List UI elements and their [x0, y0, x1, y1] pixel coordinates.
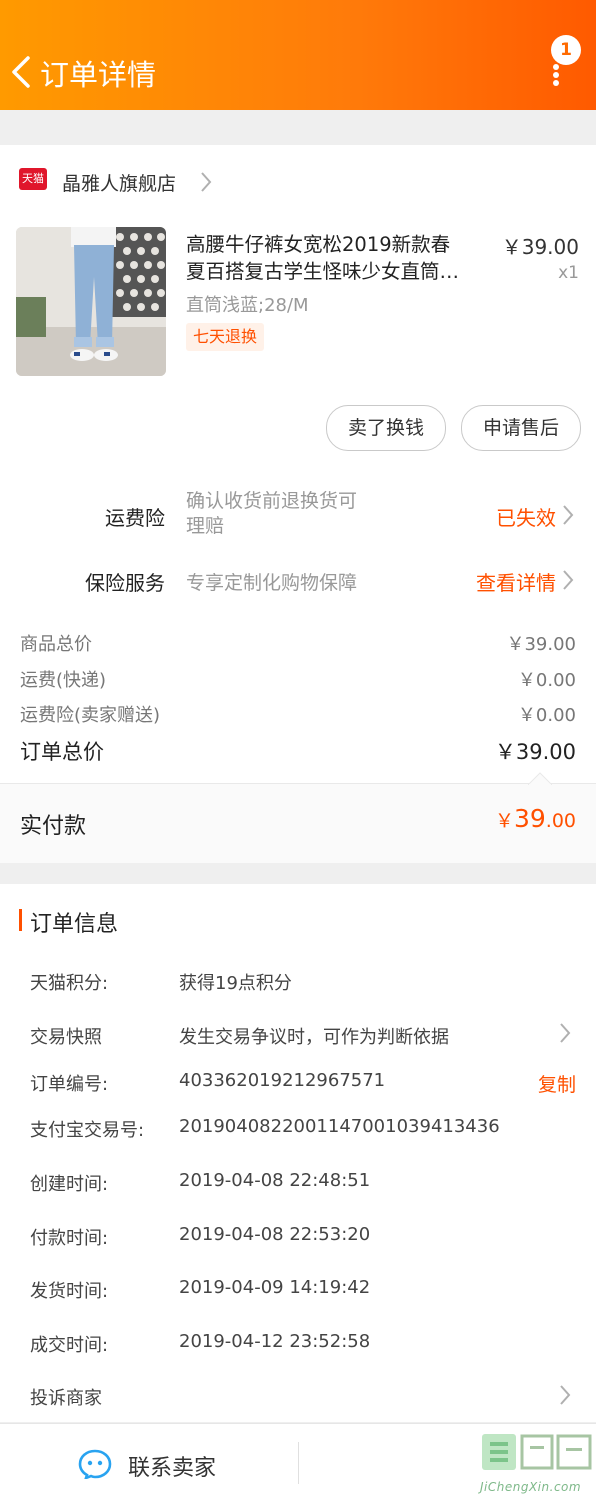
insurance-service-label: 保险服务	[85, 571, 165, 595]
contact-seller-button[interactable]: 联系卖家	[0, 1424, 298, 1501]
shipping-insurance-status[interactable]: 已失效	[496, 502, 556, 531]
shipping-insurance-desc-line1: 确认收货前退换货可	[186, 490, 358, 512]
contact-seller-label: 联系卖家	[128, 1456, 217, 1481]
shipping-insurance-desc: 确认收货前退换货可 理赔	[186, 489, 357, 539]
shipping-fee-label: 运费(快递)	[20, 670, 107, 691]
points-label: 天猫积分:	[30, 973, 109, 994]
shipping-insurance-desc-line2: 理赔	[186, 515, 225, 537]
paid-integer: 39	[513, 804, 546, 833]
spacer	[0, 124, 596, 132]
snapshot-label[interactable]: 交易快照	[30, 1023, 102, 1049]
bottom-divider	[298, 1442, 299, 1484]
paid-time-value: 2019-04-08 22:53:20	[179, 1224, 371, 1245]
watermark-text: JiChengXin.com	[480, 1480, 582, 1494]
snapshot-chevron-icon[interactable]	[559, 1022, 571, 1044]
more-options-icon[interactable]	[552, 64, 560, 86]
product-price: ￥39.00	[501, 235, 579, 259]
order-info-section: 订单信息 天猫积分: 获得19点积分 交易快照 发生交易争议时，可作为判断依据 …	[0, 884, 596, 1422]
tmall-logo-icon: 天猫	[19, 168, 47, 190]
product-sku: 直筒浅蓝;28/M	[186, 295, 309, 316]
jeans-photo-icon	[16, 227, 166, 376]
points-value: 获得19点积分	[179, 973, 292, 994]
product-title-line1: 高腰牛仔裤女宽松2019新款春	[186, 233, 451, 256]
created-time-label: 创建时间:	[30, 1174, 109, 1195]
back-arrow-icon[interactable]	[8, 52, 36, 92]
alipay-number-label: 支付宝交易号:	[30, 1120, 145, 1141]
insurance-fee-value: ￥0.00	[517, 705, 576, 726]
watermark-logo: JiChengXin.com	[478, 1428, 594, 1500]
complaint-chevron-icon[interactable]	[559, 1384, 571, 1406]
goods-total-value: ￥39.00	[506, 634, 576, 655]
paid-amount-label: 实付款	[20, 814, 87, 839]
completed-time-label: 成交时间:	[30, 1335, 109, 1356]
apply-after-sale-button[interactable]: 申请售后	[461, 405, 581, 451]
sell-for-money-button[interactable]: 卖了换钱	[326, 405, 446, 451]
shipped-time-label: 发货时间:	[30, 1281, 109, 1302]
paid-time-label: 付款时间:	[30, 1228, 109, 1249]
copy-order-number-button[interactable]: 复制	[538, 1070, 576, 1097]
store-name[interactable]: 晶雅人旗舰店	[62, 169, 176, 196]
insurance-service-chevron-icon[interactable]	[562, 569, 574, 591]
order-info-title: 订单信息	[30, 912, 119, 937]
created-time-value: 2019-04-08 22:48:51	[179, 1170, 371, 1191]
insurance-service-desc: 专享定制化购物保障	[186, 572, 358, 594]
shipping-insurance-label: 运费险	[105, 506, 165, 530]
product-image[interactable]	[16, 227, 166, 376]
alipay-number-value: 2019040822001147001039413436	[179, 1116, 500, 1137]
shipped-time-value: 2019-04-09 14:19:42	[179, 1277, 371, 1298]
goods-total-label: 商品总价	[20, 634, 92, 655]
order-card: 天猫 晶雅人旗舰店 高腰牛仔裤女宽松2019新款春 夏百搭复古学生怪味少女直筒……	[0, 145, 596, 863]
section-accent-bar	[19, 909, 22, 931]
shipping-fee-value: ￥0.00	[517, 670, 576, 691]
page-title: 订单详情	[40, 58, 157, 92]
store-chevron-icon[interactable]	[200, 171, 212, 193]
paid-amount-box: 实付款 ￥39.00	[0, 772, 596, 863]
complaint-merchant-label[interactable]: 投诉商家	[30, 1384, 102, 1410]
app-header: 订单详情 1	[0, 0, 596, 110]
shipping-insurance-chevron-icon[interactable]	[562, 504, 574, 526]
insurance-fee-label: 运费险(卖家赠送)	[20, 705, 161, 726]
order-total-label: 订单总价	[20, 740, 104, 764]
bottom-bar: 联系卖家 JiChengXin.com	[0, 1423, 596, 1501]
snapshot-value[interactable]: 发生交易争议时，可作为判断依据	[179, 1023, 449, 1049]
insurance-service-status[interactable]: 查看详情	[476, 567, 556, 596]
pointer-triangle-icon	[528, 772, 552, 785]
watermark-glyphs-icon	[482, 1434, 592, 1470]
seven-day-return-tag: 七天退换	[186, 323, 265, 351]
product-quantity: x1	[558, 263, 579, 283]
completed-time-value: 2019-04-12 23:52:58	[179, 1331, 371, 1352]
product-title[interactable]: 高腰牛仔裤女宽松2019新款春 夏百搭复古学生怪味少女直筒…	[186, 231, 486, 285]
chat-smiley-icon	[78, 1449, 112, 1479]
paid-amount-value: ￥39.00	[495, 804, 576, 833]
product-title-line2: 夏百搭复古学生怪味少女直筒…	[186, 260, 460, 283]
order-number-value: 403362019212967571	[179, 1070, 386, 1091]
paid-currency: ￥	[494, 810, 514, 832]
order-total-value: ￥39.00	[494, 740, 576, 764]
paid-decimal: .00	[545, 810, 576, 832]
notification-badge[interactable]: 1	[551, 35, 581, 65]
order-number-label: 订单编号:	[30, 1074, 109, 1095]
